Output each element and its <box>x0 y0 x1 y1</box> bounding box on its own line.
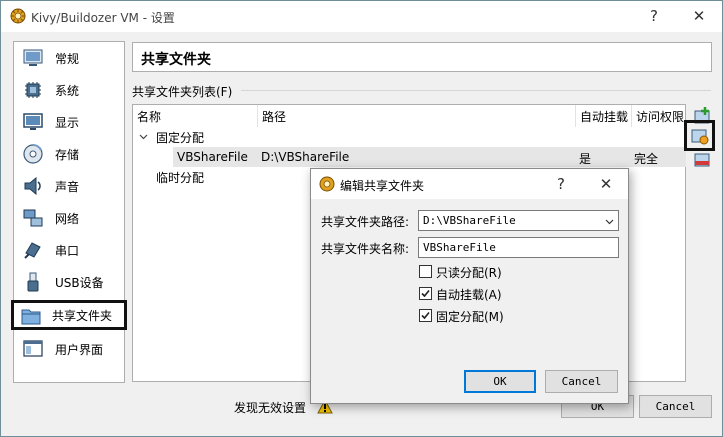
dialog-help-button[interactable]: ? <box>539 169 583 199</box>
serial-port-icon <box>24 242 41 259</box>
read-only-checkbox[interactable] <box>419 265 432 278</box>
folder-name-label: 共享文件夹名称: <box>321 242 410 256</box>
check-icon <box>421 289 430 298</box>
virtualbox-app-icon <box>319 176 335 192</box>
help-button[interactable]: ? <box>631 1 677 32</box>
user-interface-icon <box>23 340 43 357</box>
group-label-transient[interactable]: 临时分配 <box>156 169 204 186</box>
group-divider <box>241 90 711 91</box>
permanent-label[interactable]: 固定分配(M) <box>436 308 504 325</box>
main-cancel-button[interactable]: Cancel <box>639 395 712 418</box>
sidebar-item-usb[interactable]: USB设备 <box>17 267 125 297</box>
folder-path-value: D:\VBShareFile <box>423 214 516 227</box>
permanent-checkbox[interactable] <box>419 309 432 322</box>
folder-path-label: 共享文件夹路径: <box>321 215 410 229</box>
remove-folder-icon[interactable] <box>691 149 713 171</box>
shared-folders-list-label: 共享文件夹列表(F) <box>132 85 233 99</box>
display-monitor-icon <box>23 113 43 130</box>
sidebar-item-system[interactable]: 系统 <box>17 75 125 105</box>
cell-name: VBShareFile <box>177 150 248 164</box>
window-title: Kivy/Buildozer VM - 设置 <box>31 11 175 25</box>
sidebar-item-user-interface[interactable]: 用户界面 <box>17 334 125 364</box>
edit-folder-button[interactable] <box>684 120 715 151</box>
usb-icon <box>27 272 39 292</box>
shared-folder-icon <box>21 309 41 325</box>
sidebar-item-storage[interactable]: 存储 <box>17 139 125 169</box>
dialog-close-button[interactable]: ✕ <box>584 169 628 199</box>
check-icon <box>421 311 430 320</box>
settings-window: Kivy/Buildozer VM - 设置 ? ✕ 常规 系统 显示 存储 声… <box>0 0 723 437</box>
storage-disk-icon <box>23 144 43 164</box>
system-chip-icon <box>25 82 41 98</box>
sidebar-item-general[interactable]: 常规 <box>17 43 125 73</box>
dialog-title: 编辑共享文件夹 <box>340 179 425 193</box>
column-header-name[interactable]: 名称 <box>133 105 258 127</box>
chevron-down-icon[interactable] <box>605 217 614 226</box>
settings-sidebar: 常规 系统 显示 存储 声音 网络 串口 USB设备 共享文件夹 用户界面 <box>11 41 127 383</box>
cell-auto-mount: 是 <box>579 152 592 166</box>
sidebar-item-serial-port[interactable]: 串口 <box>17 235 125 265</box>
sidebar-item-display[interactable]: 显示 <box>17 107 125 137</box>
column-header-path[interactable]: 路径 <box>258 105 576 127</box>
edit-folder-icon <box>691 129 709 145</box>
invalid-settings-label: 发现无效设置 <box>234 401 307 415</box>
title-bar[interactable]: Kivy/Buildozer VM - 设置 ? ✕ <box>1 1 722 32</box>
column-header-access[interactable]: 访问权限 <box>632 105 687 127</box>
edit-shared-folder-dialog: 编辑共享文件夹 ? ✕ 共享文件夹路径: D:\VBShareFile 共享文件… <box>310 168 629 404</box>
dialog-title-bar[interactable]: 编辑共享文件夹 ? ✕ <box>311 169 628 199</box>
network-icon <box>23 209 43 227</box>
page-title: 共享文件夹 <box>132 42 712 72</box>
dialog-ok-button[interactable]: OK <box>464 370 536 393</box>
folder-name-input[interactable]: VBShareFile <box>418 237 619 258</box>
close-button[interactable]: ✕ <box>676 1 722 32</box>
dialog-cancel-button[interactable]: Cancel <box>545 370 618 393</box>
cell-access: 完全 <box>634 152 659 166</box>
chevron-down-icon[interactable] <box>139 132 148 141</box>
column-header-auto-mount[interactable]: 自动挂载 <box>576 105 632 127</box>
cell-path: D:\VBShareFile <box>261 150 350 164</box>
virtualbox-app-icon <box>10 8 26 24</box>
auto-mount-label[interactable]: 自动挂载(A) <box>436 286 502 303</box>
speaker-icon <box>24 176 41 196</box>
auto-mount-checkbox[interactable] <box>419 287 432 300</box>
folder-path-combobox[interactable]: D:\VBShareFile <box>418 210 619 231</box>
read-only-label[interactable]: 只读分配(R) <box>436 264 502 281</box>
sidebar-item-network[interactable]: 网络 <box>17 203 125 233</box>
table-row[interactable] <box>173 147 686 167</box>
general-icon <box>23 49 43 66</box>
group-label-permanent[interactable]: 固定分配 <box>156 129 204 146</box>
sidebar-item-audio[interactable]: 声音 <box>17 171 125 201</box>
sidebar-item-shared-folders[interactable]: 共享文件夹 <box>11 300 127 330</box>
